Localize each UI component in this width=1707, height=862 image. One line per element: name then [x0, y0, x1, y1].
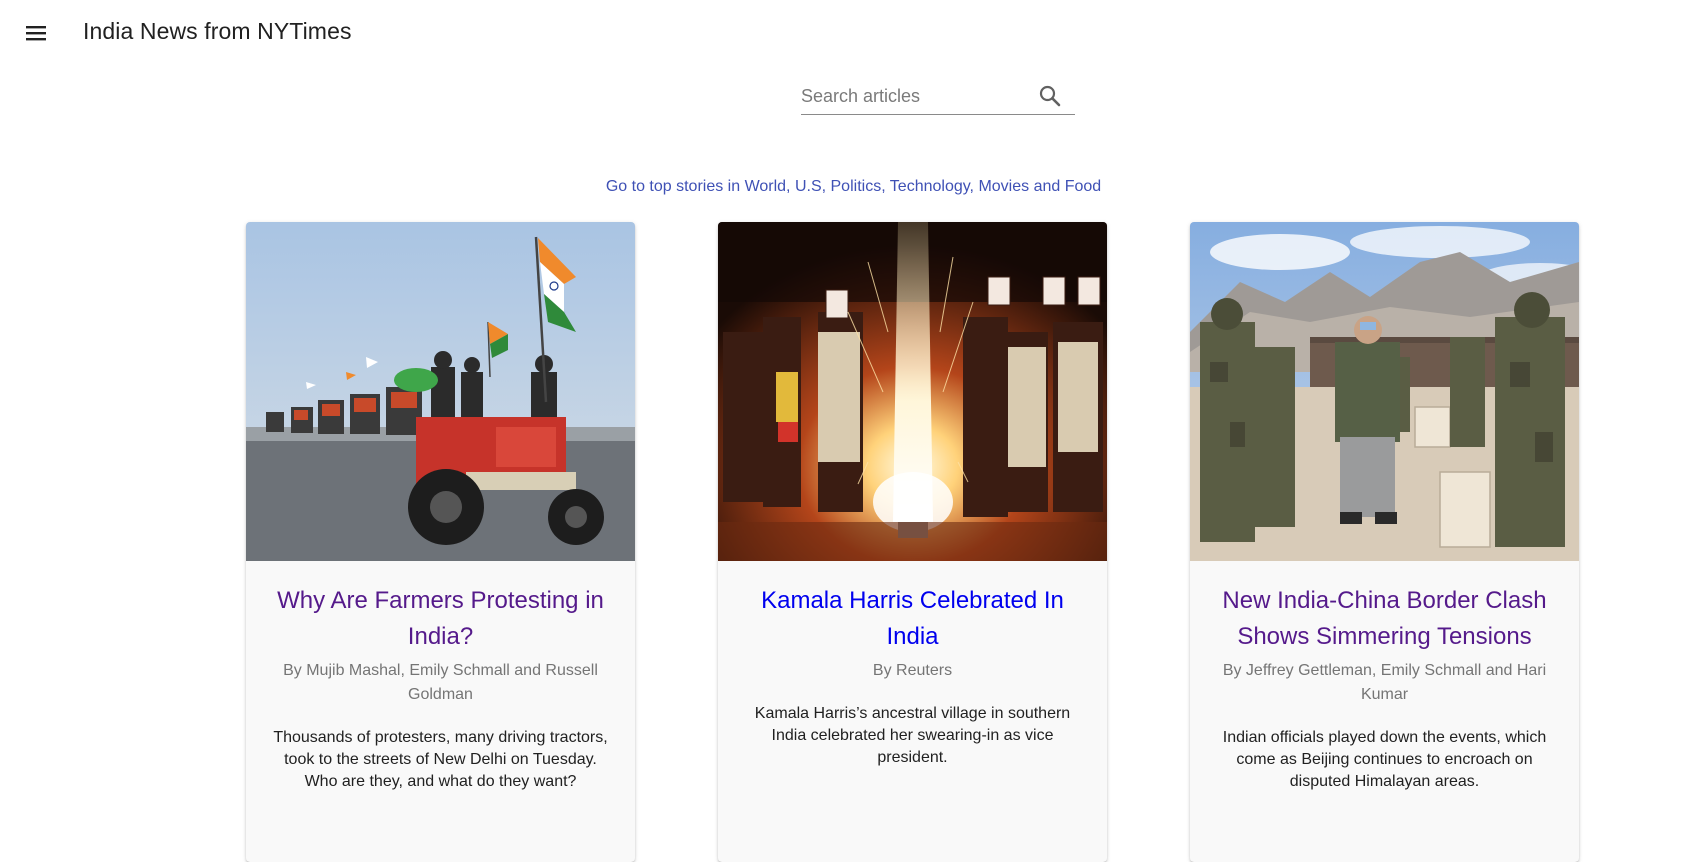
article-abstract: Kamala Harris’s ancestral village in sou… [754, 705, 1071, 766]
article-card-body: Why Are Farmers Protesting in India? By … [246, 561, 635, 793]
article-byline: By Reuters [872, 662, 953, 679]
article-card[interactable]: Why Are Farmers Protesting in India? By … [246, 222, 635, 862]
app-bar: India News from NYTimes [0, 0, 1707, 64]
article-title[interactable]: New India-China Border Clash Shows Simme… [1210, 583, 1559, 655]
top-stories-link-row: Go to top stories in World, U.S, Politic… [0, 178, 1707, 196]
article-title[interactable]: Kamala Harris Celebrated In India [738, 583, 1087, 655]
article-image-firework-celebration[interactable] [718, 222, 1107, 561]
top-stories-link[interactable]: Go to top stories in World, U.S, Politic… [606, 178, 1101, 195]
article-card[interactable]: New India-China Border Clash Shows Simme… [1190, 222, 1579, 862]
search-box [801, 80, 1075, 115]
article-image-border-soldiers[interactable] [1190, 222, 1579, 561]
article-card-body: New India-China Border Clash Shows Simme… [1190, 561, 1579, 793]
article-title[interactable]: Why Are Farmers Protesting in India? [266, 583, 615, 655]
article-image-farmers-tractors[interactable] [246, 222, 635, 561]
search-icon[interactable] [1037, 83, 1063, 109]
article-card[interactable]: Kamala Harris Celebrated In India By Reu… [718, 222, 1107, 862]
menu-icon[interactable] [22, 20, 50, 46]
page-title: India News from NYTimes [83, 18, 352, 44]
article-abstract: Thousands of protesters, many driving tr… [273, 729, 608, 790]
article-byline: By Jeffrey Gettleman, Emily Schmall and … [1222, 662, 1547, 703]
search-input[interactable] [801, 80, 1031, 112]
article-card-body: Kamala Harris Celebrated In India By Reu… [718, 561, 1107, 769]
article-byline: By Mujib Mashal, Emily Schmall and Russe… [283, 662, 598, 703]
article-abstract: Indian officials played down the events,… [1222, 729, 1547, 790]
